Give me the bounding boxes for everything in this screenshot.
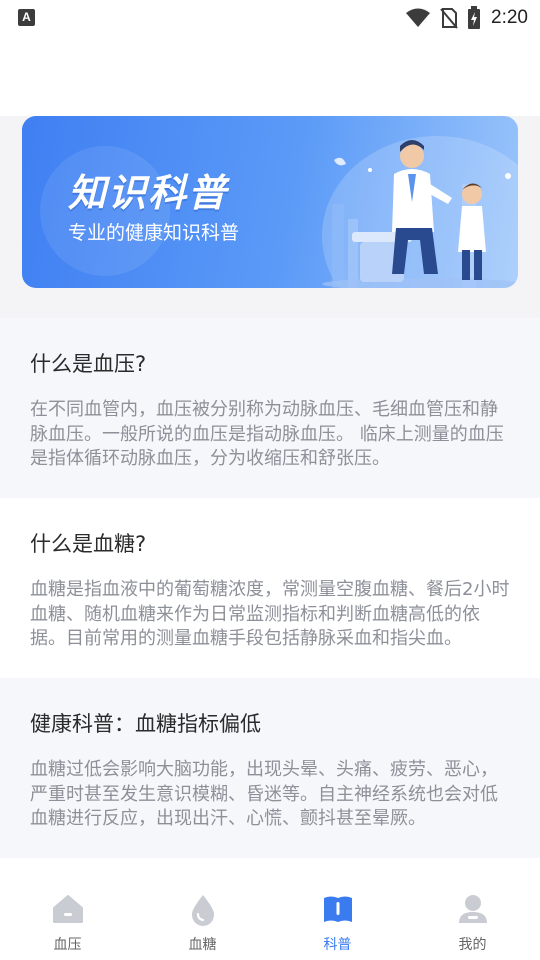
nav-item-blood-pressure[interactable]: 血压 — [0, 876, 135, 960]
nav-item-science[interactable]: 科普 — [270, 876, 405, 960]
bottom-navigation: 血压 血糖 科普 我的 — [0, 876, 540, 960]
nav-label-blood-pressure: 血压 — [53, 937, 82, 953]
status-icons: 2:20 — [397, 5, 528, 31]
article-card[interactable]: 什么是血糖? 血糖是指血液中的葡萄糖浓度，常测量空腹血糖、餐后2小时血糖、随机血… — [0, 498, 540, 678]
article-summary: 血糖是指血液中的葡萄糖浓度，常测量空腹血糖、餐后2小时血糖、随机血糖来作为日常监… — [30, 579, 510, 649]
book-icon — [323, 896, 352, 922]
knowledge-banner[interactable]: 知识科普 专业的健康知识科普 — [22, 116, 518, 288]
article-card[interactable]: 什么是血压? 在不同血管内，血压被分别称为动脉血压、毛细血管压和静脉血压。一般所… — [0, 318, 540, 498]
user-icon — [458, 895, 487, 923]
clock-time: 2:20 — [491, 7, 528, 28]
nav-label-mine: 我的 — [458, 937, 487, 953]
battery-charging-icon — [468, 6, 481, 29]
no-sim-icon — [440, 8, 458, 29]
banner-section: 知识科普 专业的健康知识科普 — [0, 116, 540, 318]
status-bar: A 2:20 — [0, 0, 540, 36]
article-card[interactable]: 健康科普：血糖指标偏低 血糖过低会影响大脑功能，出现头晕、头痛、疲劳、恶心，严重… — [0, 678, 540, 858]
nav-label-science: 科普 — [323, 937, 352, 953]
drop-icon — [191, 895, 214, 926]
article-summary: 血糖过低会影响大脑功能，出现头晕、头痛、疲劳、恶心，严重时甚至发生意识模糊、昏迷… — [30, 759, 498, 829]
wifi-icon — [406, 8, 431, 27]
doctor-illustration — [322, 140, 518, 288]
nav-item-blood-sugar[interactable]: 血糖 — [135, 876, 270, 960]
banner-subtitle: 专业的健康知识科普 — [68, 222, 240, 244]
header-area — [0, 36, 540, 116]
article-title: 什么是血压? — [30, 352, 147, 376]
home-icon — [52, 895, 83, 923]
nav-item-mine[interactable]: 我的 — [405, 876, 540, 960]
nav-label-blood-sugar: 血糖 — [188, 937, 217, 953]
article-title: 什么是血糖? — [30, 532, 147, 556]
article-summary: 在不同血管内，血压被分别称为动脉血压、毛细血管压和静脉血压。一般所说的血压是指动… — [30, 399, 504, 469]
notification-a-icon: A — [18, 9, 35, 26]
banner-title: 知识科普 — [68, 171, 229, 215]
article-title: 健康科普：血糖指标偏低 — [30, 712, 261, 736]
